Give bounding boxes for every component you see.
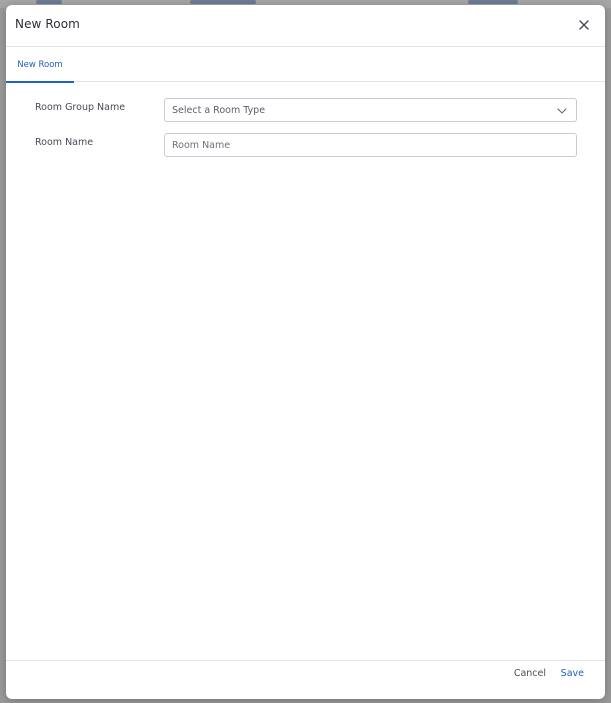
dialog-header: New Room: [6, 5, 605, 47]
save-button[interactable]: Save: [561, 668, 584, 679]
room-group-label: Room Group Name: [35, 102, 126, 113]
chevron-down-icon: [557, 107, 567, 115]
room-name-label: Room Name: [35, 137, 94, 148]
background-fragment: [468, 0, 518, 4]
dialog-title: New Room: [15, 17, 80, 31]
new-room-dialog: New Room New Room Room Group Name Select…: [6, 5, 605, 699]
room-type-select-placeholder: Select a Room Type: [172, 105, 266, 116]
close-button[interactable]: [577, 18, 591, 32]
tab-bar: New Room: [6, 47, 605, 83]
room-type-select[interactable]: Select a Room Type: [164, 98, 577, 122]
dialog-footer: Cancel Save: [6, 660, 605, 699]
background-fragment: [190, 0, 256, 4]
background-fragment: [36, 0, 62, 4]
room-name-input[interactable]: [164, 133, 577, 157]
close-icon: [579, 20, 589, 30]
tab-new-room[interactable]: New Room: [6, 47, 74, 83]
cancel-button[interactable]: Cancel: [514, 668, 546, 679]
